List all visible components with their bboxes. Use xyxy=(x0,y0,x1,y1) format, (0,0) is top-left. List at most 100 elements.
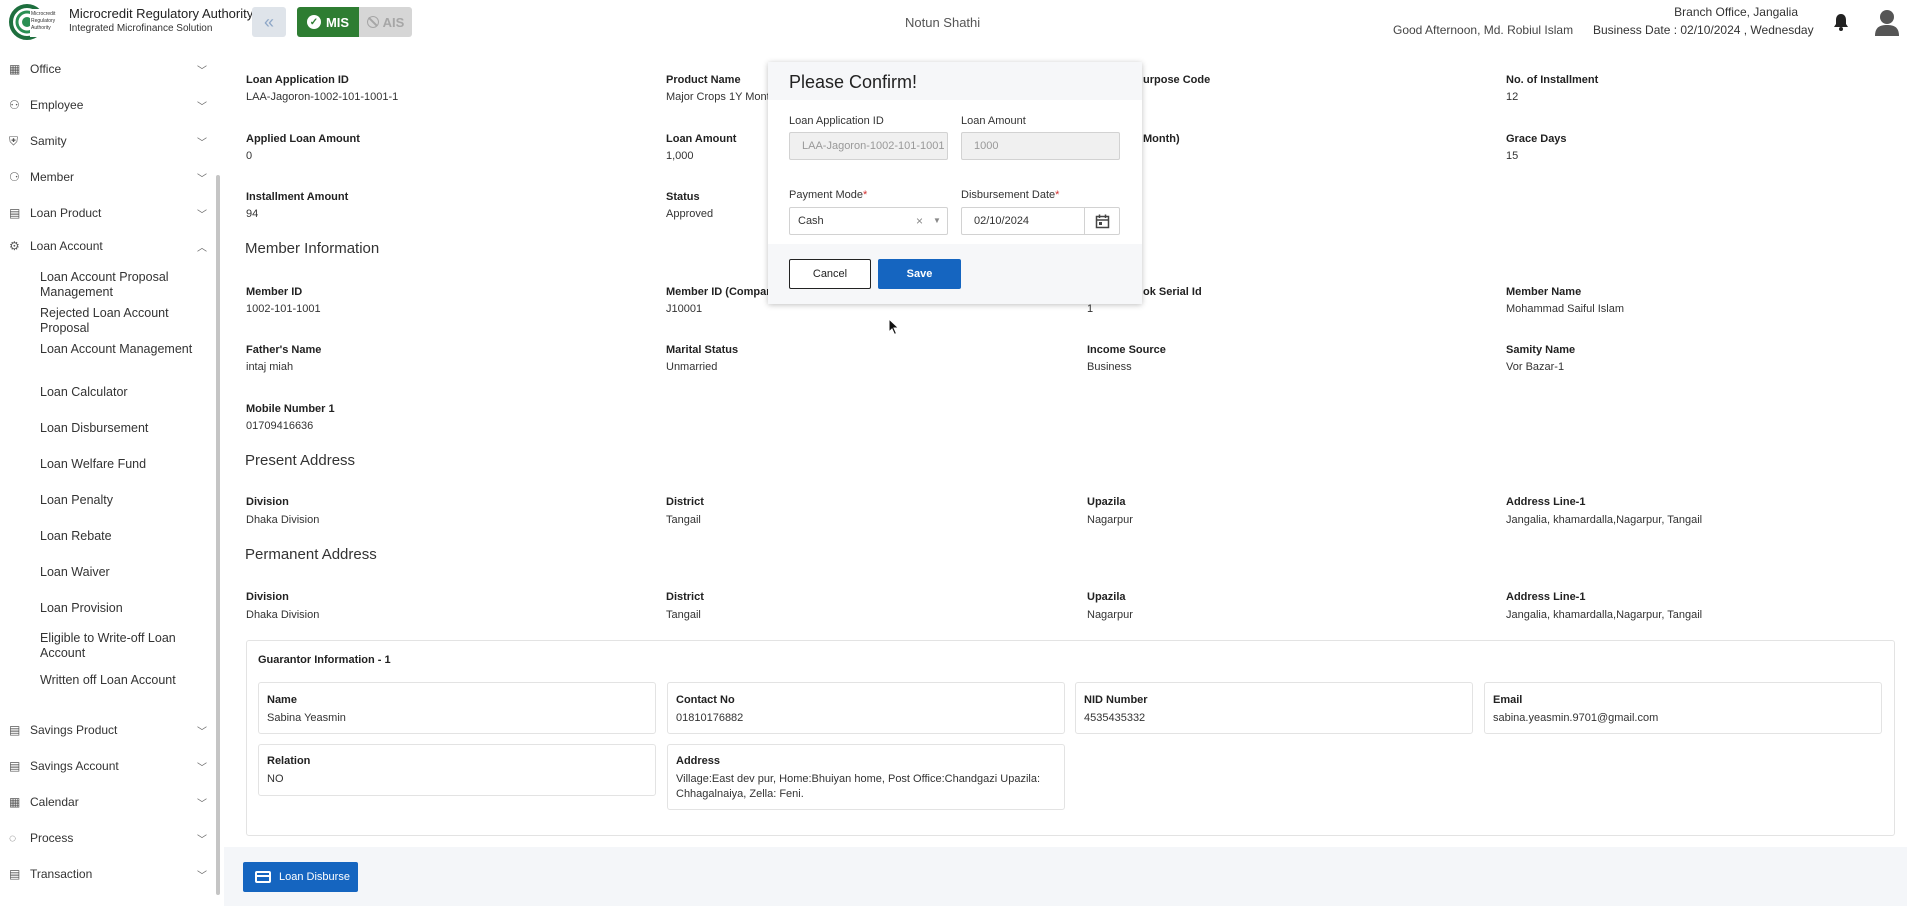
member-id-company-value: J10001 xyxy=(666,303,703,315)
top-header: Microcredit Regulatory Authority Microcr… xyxy=(0,0,1907,45)
permanent-district-value: Tangail xyxy=(666,609,701,621)
employee-icon: ⚇ xyxy=(9,97,20,112)
present-district-label: District xyxy=(666,496,704,508)
guarantor-relation-card xyxy=(258,744,656,796)
loan-amount-label: Loan Amount xyxy=(666,133,737,145)
permanent-address-line-label: Address Line-1 xyxy=(1506,591,1586,603)
loan-product-icon: ▤ xyxy=(9,205,21,220)
applied-amount-label: Applied Loan Amount xyxy=(246,133,360,145)
sidebar-subitem-loan-penalty[interactable]: Loan Penalty xyxy=(40,493,210,508)
savings-product-icon: ▤ xyxy=(9,722,21,737)
installments-label: No. of Installment xyxy=(1506,74,1599,86)
present-address-line-value: Jangalia, khamardalla,Nagarpur, Tangail xyxy=(1506,514,1703,526)
application-id-value: LAA-Jagoron-1002-101-1001-1 xyxy=(246,91,399,103)
office-icon: ▦ xyxy=(9,61,21,76)
sidebar-subitem-proposal-management[interactable]: Loan Account Proposal Management xyxy=(40,270,210,300)
status-value: Approved xyxy=(666,208,714,220)
father-name-value: intaj miah xyxy=(246,361,294,373)
sidebar-subitem-eligible-write-off[interactable]: Eligible to Write-off Loan Account xyxy=(40,631,210,661)
member-id-company-label: Member ID (Company xyxy=(666,286,780,298)
chevron-down-icon: ﹀ xyxy=(197,65,207,77)
user-avatar-icon[interactable] xyxy=(1874,9,1900,37)
grace-days-value: 15 xyxy=(1506,150,1519,162)
sidebar-item-samity[interactable]: ⛨ Samity ﹀ xyxy=(0,126,212,156)
sidebar-item-savings-account[interactable]: ▤ Savings Account ﹀ xyxy=(0,751,212,781)
guarantor-address-line1: Village:East dev pur, Home:Bhuiyan home,… xyxy=(676,773,1041,785)
samity-name-label: Samity Name xyxy=(1506,344,1576,356)
guarantor-address-line2: Chhagalnaiya, Zella: Feni. xyxy=(676,788,804,800)
sidebar-collapse-button[interactable]: « xyxy=(252,7,286,37)
permanent-address-line-value: Jangalia, khamardalla,Nagarpur, Tangail xyxy=(1506,609,1703,621)
payment-mode-value: Cash xyxy=(798,215,824,227)
sidebar-item-savings-product[interactable]: ▤ Savings Product ﹀ xyxy=(0,715,212,745)
calendar-icon[interactable] xyxy=(1095,214,1110,229)
permanent-division-value: Dhaka Division xyxy=(246,609,320,621)
mobile-label: Mobile Number 1 xyxy=(246,403,335,415)
installment-amount-label: Installment Amount xyxy=(246,191,349,203)
chevron-down-icon: ﹀ xyxy=(197,101,207,113)
member-id-label: Member ID xyxy=(246,286,303,298)
dialog-app-id-input[interactable]: LAA-Jagoron-1002-101-1001 xyxy=(789,132,948,160)
member-name-label: Member Name xyxy=(1506,286,1582,298)
cancel-button[interactable]: Cancel xyxy=(789,259,871,289)
payment-mode-select[interactable]: Cash × ▼ xyxy=(789,207,948,235)
duration-month-label: Month) xyxy=(1143,133,1180,145)
mouse-cursor-icon xyxy=(888,318,900,336)
product-name-label: Product Name xyxy=(666,74,741,86)
business-date: Business Date : 02/10/2024 , Wednesday xyxy=(1593,23,1814,37)
sidebar-item-calendar[interactable]: ▦ Calendar ﹀ xyxy=(0,787,212,817)
bell-icon[interactable] xyxy=(1833,13,1849,31)
greeting-text: Good Afternoon, Md. Robiul Islam xyxy=(1393,23,1574,37)
permanent-upazila-value: Nagarpur xyxy=(1087,609,1133,621)
dialog-loan-amount-input[interactable]: 1000 xyxy=(961,132,1120,160)
save-button[interactable]: Save xyxy=(878,259,961,289)
present-upazila-label: Upazila xyxy=(1087,496,1126,508)
present-division-label: Division xyxy=(246,496,289,508)
sidebar-subitem-loan-provision[interactable]: Loan Provision xyxy=(40,601,210,616)
chevron-down-icon: ﹀ xyxy=(197,209,207,221)
product-name-value: Major Crops 1Y Month xyxy=(666,91,776,103)
clear-icon[interactable]: × xyxy=(916,214,923,228)
sidebar-item-transaction[interactable]: ▤ Transaction ﹀ xyxy=(0,859,212,889)
sidebar-item-process[interactable]: ◌ Process ﹀ xyxy=(0,823,212,853)
disbursement-date-value: 02/10/2024 xyxy=(974,215,1030,227)
sidebar-subitem-rejected-proposal[interactable]: Rejected Loan Account Proposal xyxy=(40,306,210,336)
sidebar-item-loan-account[interactable]: ⚙ Loan Account ︿ xyxy=(0,231,212,261)
guarantor-nid-label: NID Number xyxy=(1084,694,1148,706)
svg-text:Regulatory: Regulatory xyxy=(31,18,56,24)
dialog-payment-mode-label: Payment Mode* xyxy=(789,189,868,201)
chevron-down-icon: ﹀ xyxy=(197,137,207,149)
chevron-down-icon: ﹀ xyxy=(197,798,207,810)
permanent-division-label: Division xyxy=(246,591,289,603)
sidebar-subitem-written-off[interactable]: Written off Loan Account xyxy=(40,673,210,688)
sidebar-subitem-account-management[interactable]: Loan Account Management xyxy=(40,342,210,357)
sidebar-subitem-loan-calculator[interactable]: Loan Calculator xyxy=(40,385,210,400)
member-id-value: 1002-101-1001 xyxy=(246,303,321,315)
loan-disburse-button[interactable]: Loan Disburse xyxy=(243,862,358,892)
sidebar-subitem-loan-disbursement[interactable]: Loan Disbursement xyxy=(40,421,210,436)
mis-mode-button[interactable]: ✓ MIS xyxy=(297,7,359,37)
sidebar-scrollbar[interactable] xyxy=(216,175,220,895)
status-label: Status xyxy=(666,191,700,203)
guarantor-email-card xyxy=(1484,682,1882,734)
sidebar-subitem-loan-waiver[interactable]: Loan Waiver xyxy=(40,565,210,580)
sidebar-subitem-loan-rebate[interactable]: Loan Rebate xyxy=(40,529,210,544)
disbursement-date-input[interactable]: 02/10/2024 xyxy=(961,207,1120,235)
guarantor-relation-label: Relation xyxy=(267,755,311,767)
ais-mode-button[interactable]: AIS xyxy=(359,7,412,37)
transaction-icon: ▤ xyxy=(9,866,21,881)
guarantor-title: Guarantor Information - 1 xyxy=(258,654,391,666)
process-icon: ◌ xyxy=(9,830,17,845)
sidebar-item-office[interactable]: ▦ Office ﹀ xyxy=(0,54,212,84)
sidebar-item-employee[interactable]: ⚇ Employee ﹀ xyxy=(0,90,212,120)
mobile-value: 01709416636 xyxy=(246,420,314,432)
marital-status-label: Marital Status xyxy=(666,344,739,356)
sidebar-item-loan-product[interactable]: ▤ Loan Product ﹀ xyxy=(0,198,212,228)
chevron-down-icon: ▼ xyxy=(933,216,941,225)
chevron-down-icon: ﹀ xyxy=(197,834,207,846)
sidebar-item-member[interactable]: ⚆ Member ﹀ xyxy=(0,162,212,192)
sidebar-subitem-welfare-fund[interactable]: Loan Welfare Fund xyxy=(40,457,210,472)
present-upazila-value: Nagarpur xyxy=(1087,514,1133,526)
application-id-label: Loan Application ID xyxy=(246,74,349,86)
brand-title: Microcredit Regulatory Authority xyxy=(69,6,254,21)
